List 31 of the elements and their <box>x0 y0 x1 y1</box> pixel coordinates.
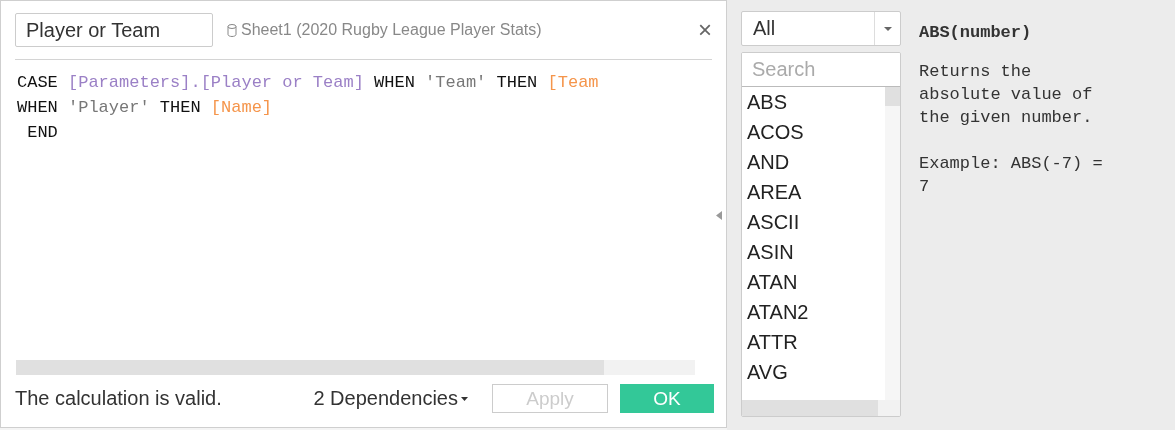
function-item[interactable]: ACOS <box>742 117 804 147</box>
database-icon <box>227 23 237 37</box>
horizontal-scrollbar[interactable] <box>16 360 695 375</box>
function-item[interactable]: AND <box>742 147 790 177</box>
function-item[interactable]: AVG <box>742 357 788 387</box>
function-item[interactable]: ATAN2 <box>742 297 809 327</box>
category-dropdown[interactable]: All <box>741 11 901 46</box>
data-source-label: Sheet1 (2020 Rugby League Player Stats) <box>227 21 684 39</box>
search-field[interactable]: Search <box>742 53 900 87</box>
status-message: The calculation is valid. <box>15 387 223 410</box>
name-field[interactable]: Player or Team <box>15 13 213 47</box>
code-line: END <box>26 122 58 144</box>
caret-icon <box>461 396 468 401</box>
caret-icon <box>883 26 892 31</box>
function-item[interactable]: ASIN <box>742 237 794 267</box>
close-button[interactable]: × <box>698 16 712 44</box>
dependencies-dropdown[interactable]: 2 Dependencies <box>313 387 468 410</box>
list-horizontal-scrollbar[interactable] <box>742 400 900 416</box>
function-signature: ABS(number) <box>919 22 1033 44</box>
code-line: WHEN 'Player' THEN [Name] <box>17 97 273 119</box>
function-example: Example: ABS(-7) = 7 <box>919 153 1104 198</box>
function-item[interactable]: ABS <box>742 87 788 117</box>
code-editor[interactable]: CASE [Parameters].[Player or Team] WHEN 'Team' THEN [Team WHEN 'Player' THEN [Name] END <box>1 60 726 360</box>
vertical-scrollbar[interactable] <box>885 87 900 400</box>
function-description: Returns the absolute value of the given number. <box>919 61 1094 129</box>
collapse-icon[interactable] <box>716 211 722 220</box>
function-item[interactable]: ATAN <box>742 267 798 297</box>
function-item[interactable]: ATTR <box>742 327 798 357</box>
code-line: CASE [Parameters].[Player or Team] WHEN 'Team' THEN [Team <box>17 72 599 94</box>
function-item[interactable]: AREA <box>742 177 802 207</box>
function-item[interactable]: ASCII <box>742 207 800 237</box>
